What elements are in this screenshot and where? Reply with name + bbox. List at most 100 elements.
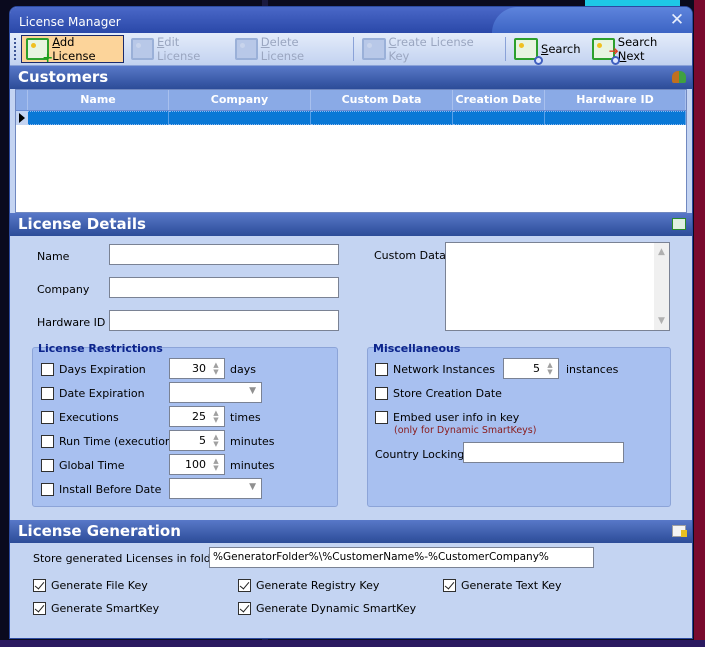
folder-path-input[interactable]: %GeneratorFolder%\%CustomerName%-%Custom… (209, 547, 594, 568)
cell-custom-data[interactable] (311, 111, 453, 125)
create-key-icon (362, 38, 386, 60)
cell-creation-date[interactable] (453, 111, 545, 125)
run-time-stepper[interactable]: 5 ▲ ▼ (169, 430, 225, 451)
run-time-option[interactable]: Run Time (execution) (41, 431, 176, 451)
spin-arrows-icon[interactable]: ▲ ▼ (544, 361, 556, 376)
spin-arrows-icon[interactable]: ▲ ▼ (210, 433, 222, 448)
install-before-date-checkbox[interactable] (41, 482, 54, 496)
global-time-stepper[interactable]: 100 ▲ ▼ (169, 454, 225, 475)
custom-data-scrollbar[interactable]: ▲ ▼ (654, 243, 669, 330)
title-bar[interactable]: License Manager ✕ (10, 7, 692, 33)
generate-text-key-option[interactable]: Generate Text Key (443, 575, 562, 595)
network-instances-label: Network Instances (393, 362, 495, 376)
chevron-down-icon[interactable]: ▼ (249, 386, 256, 396)
search-next-button[interactable]: ➔ Search Next (588, 35, 689, 65)
generate-dynamic-smartkey-option[interactable]: Generate Dynamic SmartKey (238, 598, 416, 618)
global-time-option[interactable]: Global Time (41, 455, 125, 475)
embed-user-info-checkbox[interactable] (375, 410, 388, 424)
times-unit: times (230, 411, 261, 424)
generate-registry-key-option[interactable]: Generate Registry Key (238, 575, 379, 595)
date-expiration-picker[interactable]: ▼ (169, 382, 262, 403)
accel-key: D (260, 35, 270, 49)
global-time-checkbox[interactable] (41, 458, 54, 472)
create-license-key-button[interactable]: Create License Key (358, 35, 498, 63)
hardware-id-label: Hardware ID (37, 316, 106, 329)
run-time-checkbox[interactable] (41, 434, 54, 448)
executions-option[interactable]: Executions (41, 407, 119, 427)
spin-arrows-icon[interactable]: ▲ ▼ (210, 409, 222, 424)
miscellaneous-title: Miscellaneous (373, 342, 461, 355)
generate-registry-key-label: Generate Registry Key (256, 578, 380, 592)
generate-smartkey-checkbox[interactable] (33, 601, 46, 615)
days-expiration-checkbox[interactable] (41, 362, 54, 376)
edit-license-button[interactable]: Edit License (127, 35, 228, 63)
search-button[interactable]: Search (510, 35, 585, 65)
scroll-down-icon[interactable]: ▼ (654, 316, 669, 326)
column-header-name[interactable]: Name (28, 90, 169, 110)
install-before-date-option[interactable]: Install Before Date (41, 479, 161, 499)
install-before-date-picker[interactable]: ▼ (169, 478, 262, 499)
date-expiration-option[interactable]: Date Expiration (41, 383, 145, 403)
company-input[interactable] (109, 277, 339, 298)
document-key-icon (672, 525, 687, 537)
delete-license-button[interactable]: Delete License (231, 35, 347, 63)
row-selector-arrow-icon[interactable] (16, 111, 28, 125)
search-next-icon: ➔ (591, 38, 620, 65)
chevron-down-icon[interactable]: ▼ (249, 482, 256, 492)
date-expiration-checkbox[interactable] (41, 386, 54, 400)
spin-arrows-icon[interactable]: ▲ ▼ (210, 361, 222, 376)
license-generation-title: License Generation (18, 522, 181, 540)
executions-stepper[interactable]: 25 ▲ ▼ (169, 406, 225, 427)
embed-user-info-option[interactable]: Embed user info in key (375, 407, 519, 427)
generate-file-key-option[interactable]: Generate File Key (33, 575, 148, 595)
store-creation-date-checkbox[interactable] (375, 386, 388, 400)
cell-name[interactable] (28, 111, 169, 125)
license-details-title: License Details (18, 215, 146, 233)
cell-company[interactable] (169, 111, 311, 125)
generate-file-key-checkbox[interactable] (33, 578, 46, 592)
scroll-up-icon[interactable]: ▲ (654, 247, 669, 257)
days-expiration-stepper[interactable]: 30 ▲ ▼ (169, 358, 225, 379)
store-creation-date-option[interactable]: Store Creation Date (375, 383, 502, 403)
run-time-value: 5 (199, 434, 206, 447)
cell-hardware-id[interactable] (545, 111, 686, 125)
toolbar-grip[interactable] (14, 38, 17, 60)
generate-text-key-checkbox[interactable] (443, 578, 456, 592)
users-icon (672, 71, 686, 83)
custom-data-textarea[interactable]: ▲ ▼ (445, 242, 670, 331)
toolbar-separator (505, 37, 507, 61)
toolbar: + Add License Edit License Delete Licens… (10, 33, 692, 66)
network-instances-stepper[interactable]: 5 ▲ ▼ (503, 358, 559, 379)
column-header-hardware-id[interactable]: Hardware ID (545, 90, 686, 110)
spin-arrows-icon[interactable]: ▲ ▼ (210, 457, 222, 472)
days-expiration-option[interactable]: Days Expiration (41, 359, 146, 379)
generate-smartkey-option[interactable]: Generate SmartKey (33, 598, 159, 618)
column-header-company[interactable]: Company (169, 90, 311, 110)
generate-registry-key-checkbox[interactable] (238, 578, 251, 592)
accel-key: A (52, 35, 60, 49)
table-row[interactable] (16, 111, 686, 125)
column-header-custom-data[interactable]: Custom Data (311, 90, 453, 110)
license-details-header: License Details (10, 213, 692, 236)
run-time-unit: minutes (230, 435, 275, 448)
name-input[interactable] (109, 244, 339, 265)
network-instances-checkbox[interactable] (375, 362, 388, 376)
days-unit: days (230, 363, 256, 376)
label-text: earch (548, 42, 581, 56)
customers-header: Customers (10, 66, 692, 89)
generate-dynamic-smartkey-checkbox[interactable] (238, 601, 251, 615)
add-license-label: Add License (52, 35, 119, 63)
column-header-creation-date[interactable]: Creation Date (453, 90, 545, 110)
global-time-label: Global Time (59, 458, 125, 472)
hardware-id-input[interactable] (109, 310, 339, 331)
title-bar-decoration (492, 7, 692, 33)
days-expiration-label: Days Expiration (59, 362, 146, 376)
miscellaneous-group: Miscellaneous Network Instances 5 ▲ ▼ ins… (367, 342, 671, 507)
customers-grid[interactable]: Name Company Custom Data Creation Date H… (15, 89, 687, 213)
license-generation-header: License Generation (10, 520, 692, 543)
executions-checkbox[interactable] (41, 410, 54, 424)
country-locking-input[interactable] (463, 442, 624, 463)
network-instances-option[interactable]: Network Instances (375, 359, 495, 379)
close-button[interactable]: ✕ (668, 11, 686, 29)
add-license-button[interactable]: + Add License (20, 35, 124, 65)
